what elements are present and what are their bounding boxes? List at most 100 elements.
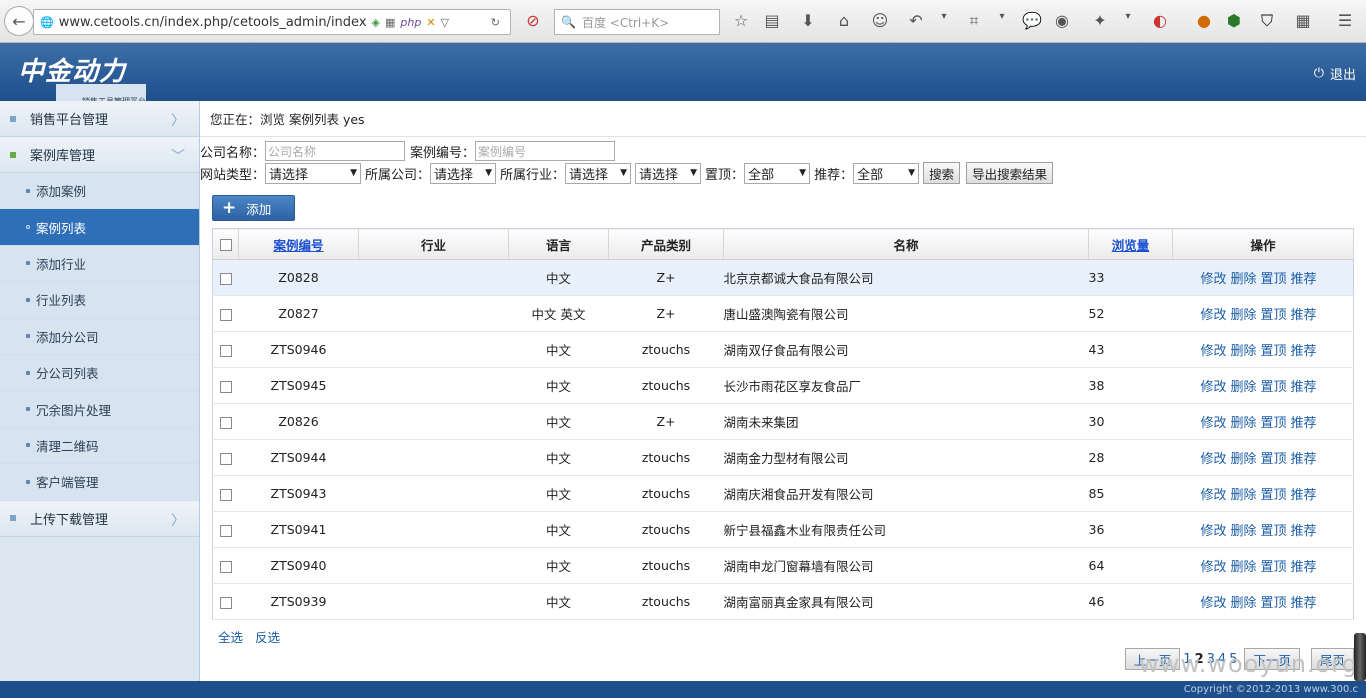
row-select-cell[interactable] [212,475,239,512]
dropdown-icon[interactable]: ▽ [441,16,449,29]
branch-select[interactable]: 请选择 ▼ [430,162,497,184]
delete-link[interactable]: 删除 [1231,416,1257,431]
pin-top-link[interactable]: 置顶 [1261,560,1287,575]
case-number-input[interactable]: 案例编号 [475,141,616,161]
security-icon[interactable]: ⛉ [1257,11,1277,31]
table-row[interactable]: Z0828 中文 Z+ 北京京都诚大食品有限公司 33 修改 删除 置顶 推荐 [212,259,1354,296]
table-row[interactable]: ZTS0939 中文 ztouchs 湖南富丽真金家具有限公司 46 修改 删除 置顶 推荐 [212,583,1354,620]
shield-addon-icon[interactable]: ⬢ [1224,11,1244,30]
delete-link[interactable]: 删除 [1231,308,1257,323]
edit-link[interactable]: 修改 [1201,272,1227,287]
crop-icon[interactable]: ⌗ [964,11,984,31]
col-views[interactable]: 浏览量 [1088,228,1173,260]
row-checkbox[interactable] [219,380,232,393]
recommend-select[interactable]: 全部 ▼ [853,162,920,184]
sidebar-section-sales-platform[interactable]: 销售平台管理 〉 [0,101,199,137]
pin-top-link[interactable]: 置顶 [1261,524,1287,539]
delete-link[interactable]: 删除 [1231,452,1257,467]
top-select[interactable]: 全部 ▼ [744,162,811,184]
row-checkbox[interactable] [219,416,232,429]
edit-link[interactable]: 修改 [1201,344,1227,359]
row-checkbox[interactable] [219,308,232,321]
table-row[interactable]: Z0826 中文 Z+ 湖南未来集团 30 修改 删除 置顶 推荐 [212,403,1354,440]
delete-link[interactable]: 删除 [1231,524,1257,539]
recommend-link[interactable]: 推荐 [1291,272,1317,287]
download-icon[interactable]: ⬇ [798,11,818,30]
invert-select-link[interactable]: 反选 [255,627,280,646]
industry-select[interactable]: 请选择 ▼ [565,162,632,184]
table-row[interactable]: ZTS0946 中文 ztouchs 湖南双仔食品有限公司 43 修改 删除 置顶 推荐 [212,331,1354,368]
edit-link[interactable]: 修改 [1201,596,1227,611]
table-row[interactable]: ZTS0944 中文 ztouchs 湖南金力型材有限公司 28 修改 删除 置顶 推荐 [212,439,1354,476]
sidebar-item-redundant-images[interactable]: 冗余图片处理 [0,391,199,428]
col-case-no[interactable]: 案例编号 [238,228,359,260]
fox-icon[interactable]: ● [1194,11,1214,30]
delete-link[interactable]: 删除 [1231,272,1257,287]
table-row[interactable]: ZTS0940 中文 ztouchs 湖南申龙门窗幕墙有限公司 64 修改 删除 置顶 推荐 [212,547,1354,584]
shield-icon[interactable]: ◈ [372,16,380,29]
pin-top-link[interactable]: 置顶 [1261,416,1287,431]
pin-top-link[interactable]: 置顶 [1261,596,1287,611]
select-all-link[interactable]: 全选 [218,627,243,646]
select-all-header[interactable] [212,228,239,260]
x-icon[interactable]: ✕ [426,16,435,29]
chevron-down-icon[interactable]: ▾ [1118,11,1138,22]
sidebar-section-upload-download[interactable]: 上传下载管理 〉 [0,500,199,537]
search-box[interactable]: 🔍 百度 <Ctrl+K> [554,9,720,35]
row-select-cell[interactable] [212,583,239,620]
sidebar-item-clear-qrcode[interactable]: 清理二维码 [0,427,199,465]
address-bar[interactable]: 🌐 www.cetools.cn/index.php/cetools_admin… [33,9,511,35]
sidebar-section-case-library[interactable]: 案例库管理 ﹀ [0,137,199,173]
delete-link[interactable]: 删除 [1231,560,1257,575]
sidebar-item-client-management[interactable]: 客户端管理 [0,464,199,501]
addon-icon[interactable]: ◐ [1150,11,1170,30]
row-checkbox[interactable] [219,272,232,285]
sidebar-item-case-list[interactable]: 案例列表 [0,209,199,246]
menu-icon[interactable]: ☰ [1335,11,1355,30]
chevron-down-icon[interactable]: ▾ [992,11,1012,22]
pin-top-link[interactable]: 置顶 [1261,272,1287,287]
row-checkbox[interactable] [219,488,232,501]
comment-icon[interactable]: 💬 [1022,11,1042,30]
table-row[interactable]: ZTS0941 中文 ztouchs 新宁县福鑫木业有限责任公司 36 修改 删除 置顶 推荐 [212,511,1354,548]
export-button[interactable]: 导出搜索结果 [966,162,1054,184]
edit-link[interactable]: 修改 [1201,452,1227,467]
recommend-link[interactable]: 推荐 [1291,560,1317,575]
bug-icon[interactable]: ✦ [1090,11,1110,30]
clipboard-icon[interactable]: ▤ [762,11,782,30]
grid-icon[interactable]: ▦ [1293,11,1313,30]
sidebar-item-industry-list[interactable]: 行业列表 [0,282,199,319]
delete-link[interactable]: 删除 [1231,380,1257,395]
table-row[interactable]: ZTS0945 中文 ztouchs 长沙市雨花区享友食品厂 38 修改 删除 置顶 推荐 [212,367,1354,404]
row-checkbox[interactable] [219,596,232,609]
edit-link[interactable]: 修改 [1201,308,1227,323]
row-select-cell[interactable] [212,403,239,440]
recommend-link[interactable]: 推荐 [1291,596,1317,611]
sort-views-link[interactable]: 浏览量 [1112,238,1150,253]
pin-top-link[interactable]: 置顶 [1261,488,1287,503]
row-select-cell[interactable] [212,511,239,548]
pin-top-link[interactable]: 置顶 [1261,380,1287,395]
sidebar-item-add-industry[interactable]: 添加行业 [0,245,199,283]
undo-icon[interactable]: ↶ [906,11,926,30]
recommend-link[interactable]: 推荐 [1291,452,1317,467]
company-name-input[interactable]: 公司名称 [265,141,406,161]
delete-link[interactable]: 删除 [1231,344,1257,359]
back-button[interactable]: ← [4,6,34,36]
row-checkbox[interactable] [219,524,232,537]
edit-link[interactable]: 修改 [1201,488,1227,503]
chat-icon[interactable]: ☺ [870,11,890,30]
row-select-cell[interactable] [212,547,239,584]
table-row[interactable]: ZTS0943 中文 ztouchs 湖南庆湘食品开发有限公司 85 修改 删除 置顶 推荐 [212,475,1354,512]
edit-link[interactable]: 修改 [1201,524,1227,539]
recommend-link[interactable]: 推荐 [1291,524,1317,539]
search-button[interactable]: 搜索 [923,162,961,184]
sidebar-item-add-case[interactable]: 添加案例 [0,173,199,210]
pin-top-link[interactable]: 置顶 [1261,308,1287,323]
table-row[interactable]: Z0827 中文 英文 Z+ 唐山盛澳陶瓷有限公司 52 修改 删除 置顶 推荐 [212,295,1354,332]
recommend-link[interactable]: 推荐 [1291,344,1317,359]
sidebar-item-branch-list[interactable]: 分公司列表 [0,354,199,392]
row-select-cell[interactable] [212,439,239,476]
row-checkbox[interactable] [219,560,232,573]
chevron-down-icon[interactable]: ▾ [934,11,954,22]
